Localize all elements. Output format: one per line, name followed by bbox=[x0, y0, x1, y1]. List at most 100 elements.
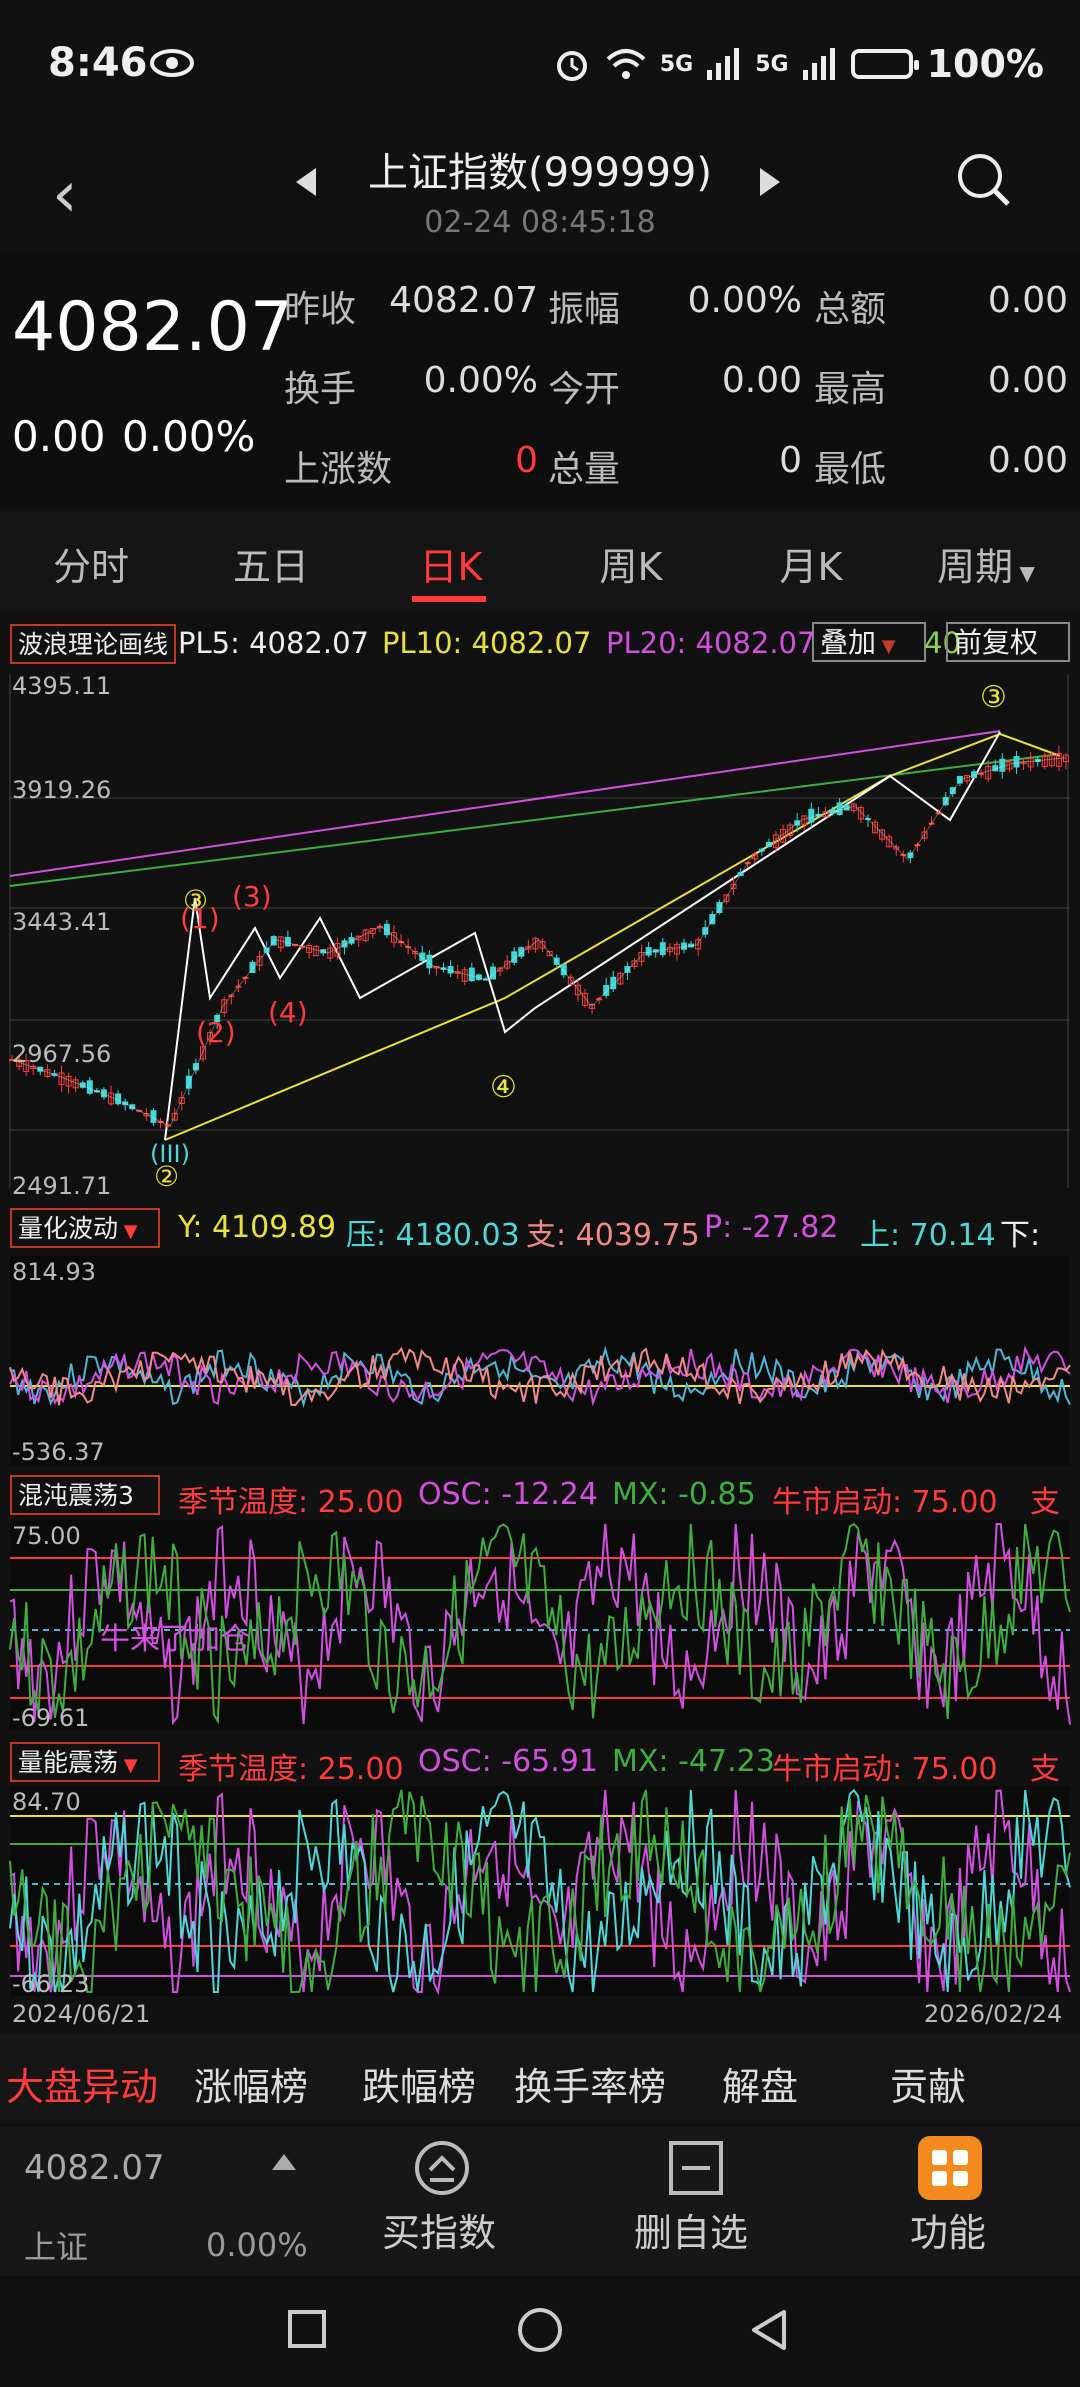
ind2-tail: 支 bbox=[1030, 1485, 1060, 1520]
tab-turnover[interactable]: 换手率榜 bbox=[514, 2056, 666, 2111]
candle-body bbox=[86, 1080, 93, 1094]
quote-value: 0.00 bbox=[987, 440, 1068, 481]
ind1-down: 下: bbox=[1000, 1218, 1041, 1253]
function-icon[interactable] bbox=[918, 2136, 982, 2200]
candle-body bbox=[1013, 756, 1020, 768]
quote-value: 0.00 bbox=[987, 360, 1068, 401]
candle-body bbox=[836, 802, 843, 815]
ind1-support: 支: 4039.75 bbox=[526, 1218, 700, 1253]
ind3-bottom: -66.23 bbox=[12, 1970, 90, 1998]
next-stock-icon[interactable] bbox=[760, 168, 780, 196]
function-button[interactable]: 功能 bbox=[910, 2202, 986, 2257]
price-change-pct: 0.00% bbox=[122, 412, 256, 461]
tab-gainers[interactable]: 涨幅榜 bbox=[194, 2056, 308, 2111]
ind3-top: 84.70 bbox=[12, 1788, 81, 1816]
indicator-2-selector[interactable]: 混沌震荡3 ▼ bbox=[10, 1475, 160, 1546]
ind3-tail: 支 bbox=[1030, 1752, 1060, 1787]
trend-line-pl20 bbox=[9, 730, 1001, 877]
remove-watchlist-icon[interactable] bbox=[666, 2138, 726, 2198]
trend-line-green bbox=[9, 753, 1061, 887]
footer-price: 4082.07 bbox=[24, 2148, 165, 2188]
ind2-note: 牛来了加仓 bbox=[100, 1622, 250, 1657]
indicator-1-chart[interactable] bbox=[0, 1256, 1080, 1466]
network-type-2: 5G bbox=[755, 51, 789, 77]
overlay-button[interactable]: 叠加 ▼ bbox=[812, 622, 926, 662]
wave-label: ③ bbox=[980, 680, 1007, 715]
tab-period-label: 周期 bbox=[937, 545, 1014, 589]
wave-label: ④ bbox=[490, 1070, 517, 1105]
indicator-3-chart[interactable] bbox=[0, 1786, 1080, 1996]
ind1-p: P: -27.82 bbox=[704, 1210, 839, 1245]
indicator-1-name: 量化波动 bbox=[18, 1214, 119, 1243]
price-change: 0.00 bbox=[12, 412, 106, 461]
buy-index-icon[interactable] bbox=[412, 2138, 472, 2198]
quote-value: 0 bbox=[779, 440, 802, 481]
ind2-osc: OSC: -12.24 bbox=[418, 1477, 598, 1512]
y-axis-label: 3919.26 bbox=[12, 776, 112, 804]
quote-label: 总额 bbox=[814, 289, 887, 330]
ind2-season: 季节温度: 25.00 bbox=[178, 1485, 404, 1520]
ind2-bottom: -69.61 bbox=[12, 1704, 90, 1732]
quote-label: 振幅 bbox=[548, 289, 621, 330]
ind2-mx: MX: -0.85 bbox=[612, 1477, 756, 1512]
candle-body bbox=[999, 758, 1006, 772]
y-axis-label: 4395.11 bbox=[12, 672, 112, 700]
candle-body bbox=[185, 1075, 192, 1089]
quote-value: 0.00 bbox=[721, 360, 802, 401]
ind3-mx: MX: -47.23 bbox=[612, 1744, 775, 1779]
dropdown-icon: ▼ bbox=[118, 1755, 138, 1776]
status-time: 8:46 bbox=[48, 40, 148, 86]
tab-daily-k[interactable]: 日K bbox=[376, 536, 526, 591]
dropdown-icon: ▼ bbox=[118, 1221, 138, 1242]
main-indicator-selector[interactable]: 波浪理论画线 bbox=[10, 624, 177, 664]
expand-icon[interactable] bbox=[272, 2154, 296, 2170]
tab-weekly-k[interactable]: 周K bbox=[556, 536, 706, 591]
battery-level: 100% bbox=[926, 42, 1044, 86]
adjust-button[interactable]: 前复权 bbox=[946, 622, 1070, 662]
tab-contribution[interactable]: 贡献 bbox=[890, 2056, 966, 2111]
back-nav-icon[interactable] bbox=[748, 2308, 788, 2352]
status-icons: 5G 5G 100% bbox=[552, 42, 1044, 86]
search-icon[interactable] bbox=[956, 152, 1010, 206]
quote-label: 最低 bbox=[814, 449, 887, 490]
ind3-osc: OSC: -65.91 bbox=[418, 1744, 598, 1779]
tab-market-movers[interactable]: 大盘异动 bbox=[6, 2056, 158, 2111]
network-type-1: 5G bbox=[659, 51, 694, 77]
trend-line-yellow bbox=[164, 732, 1061, 1141]
ind1-up: 上: 70.14 bbox=[860, 1218, 996, 1253]
tab-monthly-k[interactable]: 月K bbox=[736, 536, 886, 591]
main-kline-chart[interactable] bbox=[0, 668, 1080, 1198]
wave-label: ② bbox=[154, 1160, 180, 1193]
y-axis-label: 2967.56 bbox=[12, 1040, 112, 1068]
candle-body bbox=[808, 808, 815, 823]
eye-icon bbox=[150, 49, 194, 77]
indicator-3-selector[interactable]: 量能震荡 ▼ bbox=[10, 1742, 160, 1782]
pl20-label: PL20: 4082.07 bbox=[606, 626, 816, 660]
ind1-top: 814.93 bbox=[12, 1258, 96, 1286]
buy-index-button[interactable]: 买指数 bbox=[382, 2202, 496, 2257]
quote-timestamp: 02-24 08:45:18 bbox=[424, 205, 656, 240]
wave-line bbox=[164, 731, 1001, 1141]
tab-losers[interactable]: 跌幅榜 bbox=[362, 2056, 476, 2111]
quote-value: 0.00% bbox=[687, 280, 802, 321]
pl5-label: PL5: 4082.07 bbox=[178, 626, 370, 660]
candle-body bbox=[284, 936, 291, 947]
pl10-label: PL10: 4082.07 bbox=[382, 626, 592, 660]
wave-label: (3) bbox=[232, 880, 272, 913]
tab-period[interactable]: 周期 ▼ bbox=[916, 536, 1056, 591]
home-icon[interactable] bbox=[518, 2308, 562, 2352]
ind3-bull: 牛市启动: 75.00 bbox=[772, 1752, 998, 1787]
last-price: 4082.07 bbox=[12, 288, 294, 367]
quote-label: 换手 bbox=[284, 369, 357, 410]
indicator-1-selector[interactable]: 量化波动 ▼ bbox=[10, 1208, 160, 1248]
indicator-2-name: 混沌震荡3 bbox=[18, 1481, 134, 1510]
tab-intraday[interactable]: 分时 bbox=[16, 536, 166, 591]
remove-watchlist-button[interactable]: 删自选 bbox=[634, 2202, 748, 2257]
tab-analysis[interactable]: 解盘 bbox=[722, 2056, 798, 2111]
recent-apps-icon[interactable] bbox=[288, 2310, 326, 2348]
quote-value: 4082.07 bbox=[389, 280, 538, 321]
page-title: 上证指数(999999) bbox=[368, 150, 712, 196]
tab-five-day[interactable]: 五日 bbox=[196, 536, 346, 591]
candlesticks bbox=[9, 745, 1069, 1129]
wifi-icon bbox=[606, 49, 646, 79]
